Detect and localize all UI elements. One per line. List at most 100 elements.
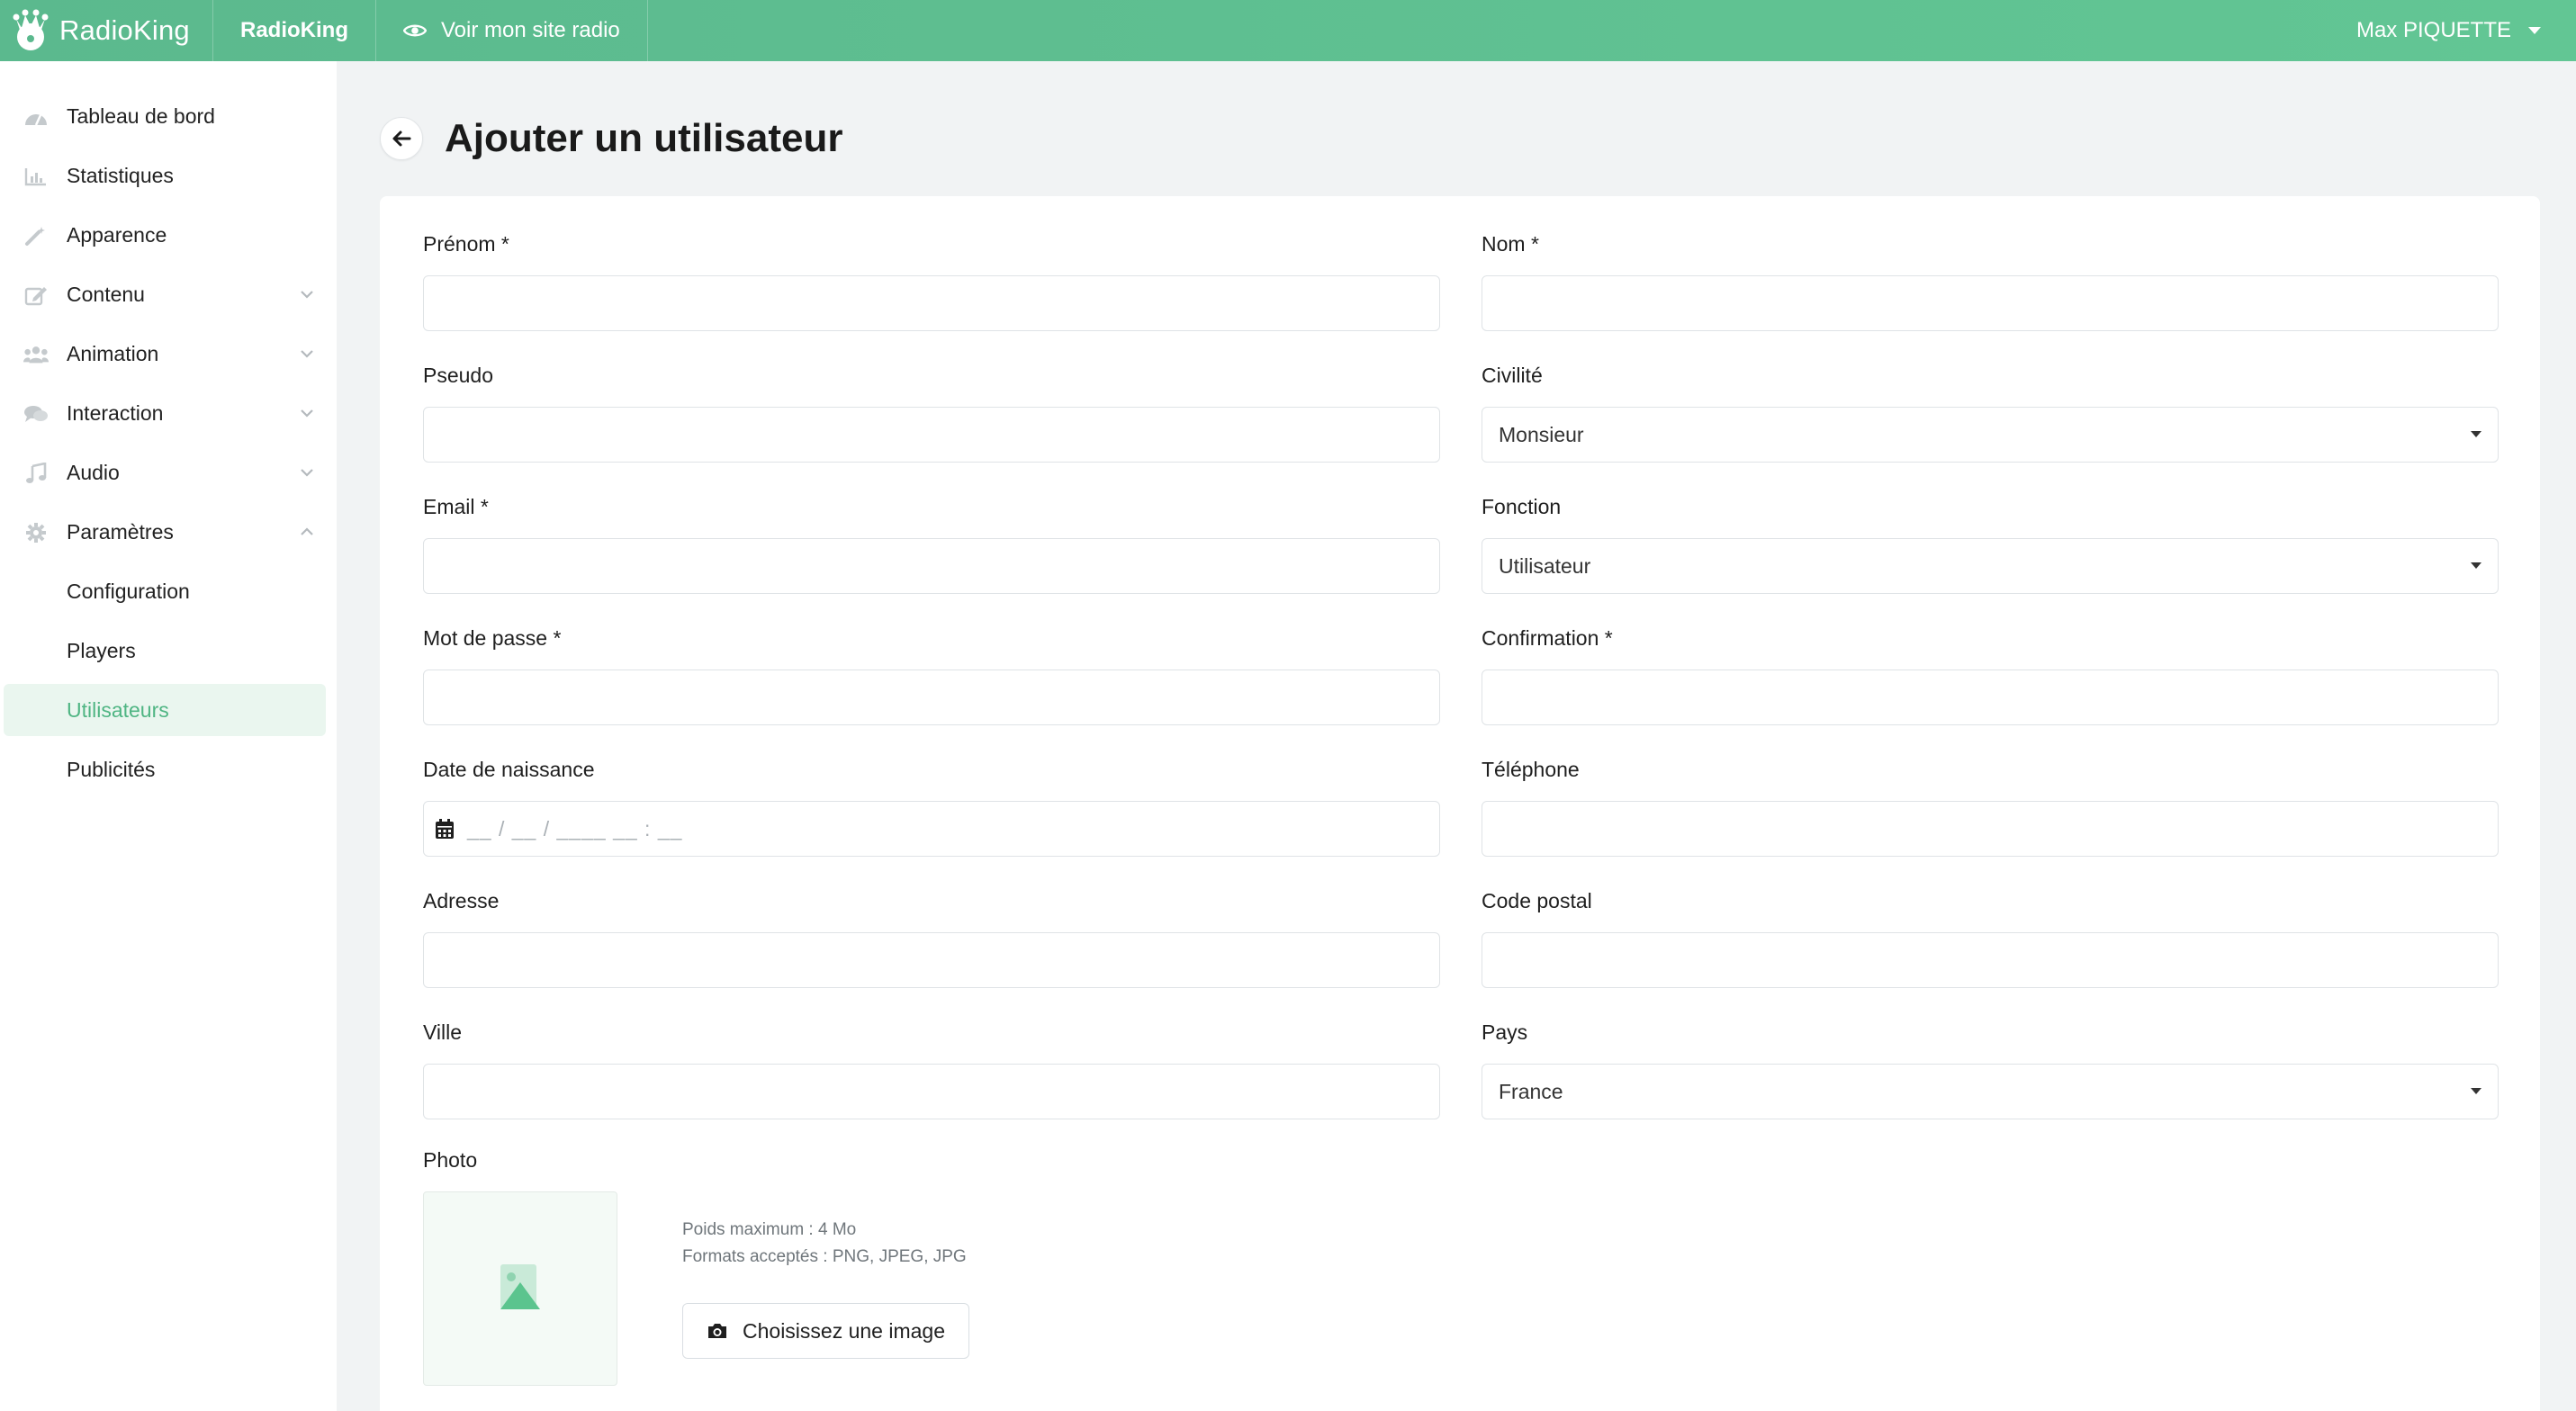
user-name: Max PIQUETTE — [2355, 18, 2511, 42]
chevron-down-icon — [301, 291, 313, 299]
sidebar-item-animation[interactable]: Animation — [4, 328, 326, 380]
arrow-left-icon — [392, 130, 411, 147]
confirmation-field-group: Confirmation * — [1482, 625, 2499, 725]
sidebar-subitem-configuration[interactable]: Configuration — [4, 565, 326, 617]
magic-wand-icon — [23, 224, 49, 247]
sidebar-item-contenu[interactable]: Contenu — [4, 268, 326, 320]
pseudo-input-wrapper — [423, 407, 1440, 463]
edit-icon — [23, 283, 49, 307]
view-site-link[interactable]: Voir mon site radio — [376, 0, 648, 61]
sidebar-item-tableau-de-bord[interactable]: Tableau de bord — [4, 90, 326, 142]
email-label: Email * — [423, 495, 489, 518]
sidebar-item-label: Tableau de bord — [67, 103, 215, 128]
telephone-input-wrapper — [1482, 801, 2499, 857]
users-icon — [23, 343, 49, 366]
prenom-field-group: Prénom * — [423, 230, 1440, 331]
gear-icon — [23, 521, 49, 544]
sidebar-item-label: Apparence — [67, 222, 167, 247]
fonction-selected-value: Utilisateur — [1499, 553, 1591, 578]
fonction-field-group: Fonction Utilisateur — [1482, 493, 2499, 594]
birthdate-placeholder: __ / __ / ____ __ : __ — [467, 816, 683, 840]
sidebar-item-label: Publicités — [67, 757, 156, 781]
password-field-group: Mot de passe * — [423, 625, 1440, 725]
password-input[interactable] — [440, 670, 1423, 724]
pays-selected-value: France — [1499, 1079, 1563, 1103]
code-postal-input[interactable] — [1499, 933, 2481, 987]
adresse-input-wrapper — [423, 932, 1440, 988]
adresse-label: Adresse — [423, 889, 500, 912]
top-bar: RadioKing RadioKing Voir mon site radio … — [0, 0, 2576, 61]
radioking-logo-icon — [11, 8, 50, 53]
calendar-icon — [436, 819, 454, 839]
sidebar-subitem-players[interactable]: Players — [4, 625, 326, 677]
page-header: Ajouter un utilisateur — [380, 112, 842, 166]
back-button[interactable] — [380, 117, 423, 160]
fonction-select[interactable]: Utilisateur — [1482, 538, 2499, 594]
nom-field-group: Nom * — [1482, 230, 2499, 331]
caret-down-icon — [2471, 562, 2481, 569]
nom-input[interactable] — [1499, 276, 2481, 330]
email-input[interactable] — [440, 539, 1423, 593]
comments-icon — [23, 402, 49, 426]
sidebar-item-audio[interactable]: Audio — [4, 446, 326, 499]
civilite-field-group: Civilité Monsieur — [1482, 362, 2499, 463]
telephone-field-group: Téléphone — [1482, 756, 2499, 857]
password-input-wrapper — [423, 670, 1440, 725]
choose-image-button[interactable]: Choisissez une image — [682, 1303, 970, 1359]
telephone-input[interactable] — [1499, 802, 2481, 856]
sidebar-item-label: Audio — [67, 460, 120, 484]
camera-icon — [708, 1324, 726, 1338]
sidebar-item-label: Configuration — [67, 579, 190, 603]
radio-name-link[interactable]: RadioKing — [213, 0, 376, 61]
sidebar-item-parametres[interactable]: Paramètres — [4, 506, 326, 558]
view-site-label: Voir mon site radio — [441, 18, 620, 42]
ville-label: Ville — [423, 1020, 463, 1044]
pseudo-field-group: Pseudo — [423, 362, 1440, 463]
chevron-down-icon — [301, 350, 313, 358]
user-form-card: Prénom * Nom * Pseudo Civilité Monsieur … — [380, 196, 2540, 1411]
dashboard-icon — [23, 105, 49, 129]
sidebar-subitem-publicites[interactable]: Publicités — [4, 743, 326, 795]
sidebar-item-label: Animation — [67, 341, 159, 365]
sidebar-item-label: Utilisateurs — [67, 697, 169, 722]
telephone-label: Téléphone — [1482, 758, 1580, 781]
birthdate-input[interactable]: __ / __ / ____ __ : __ — [423, 801, 1440, 857]
pseudo-input[interactable] — [440, 408, 1423, 462]
sidebar-item-apparence[interactable]: Apparence — [4, 209, 326, 261]
sidebar-item-label: Statistiques — [67, 163, 174, 187]
confirmation-input[interactable] — [1499, 670, 2481, 724]
fonction-label: Fonction — [1482, 495, 1562, 518]
caret-down-icon — [2471, 431, 2481, 437]
chart-icon — [23, 165, 49, 188]
prenom-input[interactable] — [440, 276, 1423, 330]
sidebar-subitem-utilisateurs[interactable]: Utilisateurs — [4, 684, 326, 736]
photo-upload-info: Poids maximum : 4 Mo Formats acceptés : … — [682, 1217, 967, 1271]
eye-icon — [403, 22, 427, 39]
ville-input[interactable] — [440, 1065, 1423, 1119]
code-postal-field-group: Code postal — [1482, 887, 2499, 988]
sidebar-item-statistiques[interactable]: Statistiques — [4, 149, 326, 202]
civilite-select[interactable]: Monsieur — [1482, 407, 2499, 463]
photo-label: Photo — [423, 1148, 478, 1172]
brand-logo-link[interactable]: RadioKing — [0, 0, 213, 61]
brand-name: RadioKing — [59, 14, 190, 46]
pays-field-group: Pays France — [1482, 1019, 2499, 1119]
chevron-down-icon — [301, 469, 313, 477]
adresse-input[interactable] — [440, 933, 1423, 987]
pays-select[interactable]: France — [1482, 1064, 2499, 1119]
civilite-selected-value: Monsieur — [1499, 422, 1584, 446]
sidebar: Tableau de bord Statistiques Apparence C… — [0, 61, 337, 1411]
sidebar-item-interaction[interactable]: Interaction — [4, 387, 326, 439]
nom-input-wrapper — [1482, 275, 2499, 331]
adresse-field-group: Adresse — [423, 887, 1440, 988]
sidebar-item-label: Players — [67, 638, 136, 662]
user-menu[interactable]: Max PIQUETTE — [2356, 0, 2542, 61]
confirmation-label: Confirmation * — [1482, 626, 1613, 650]
caret-down-icon — [2528, 27, 2541, 34]
password-label: Mot de passe * — [423, 626, 562, 650]
photo-preview[interactable] — [423, 1191, 617, 1386]
chevron-down-icon — [301, 409, 313, 418]
prenom-label: Prénom * — [423, 232, 509, 256]
ville-input-wrapper — [423, 1064, 1440, 1119]
image-placeholder-icon — [500, 1264, 540, 1309]
